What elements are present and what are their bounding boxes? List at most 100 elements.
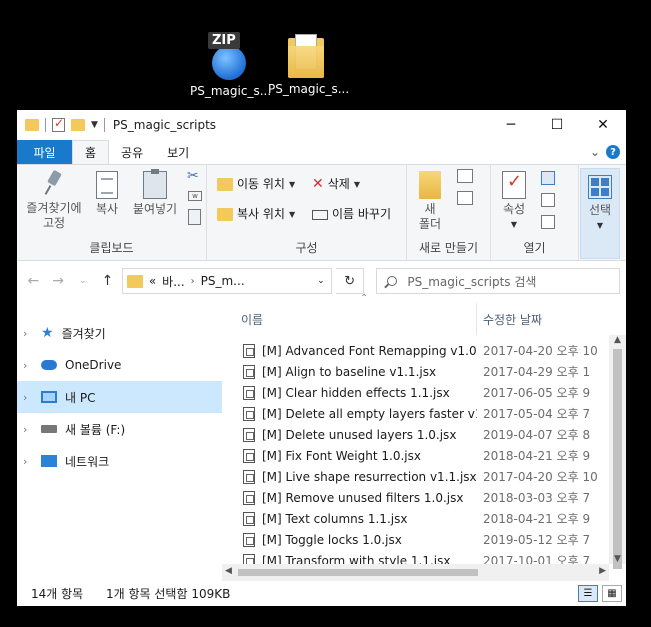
up-icon[interactable]: ↑ <box>97 273 118 289</box>
large-icons-view-icon[interactable]: ▦ <box>602 585 622 602</box>
nav-item-network[interactable]: › 네트워크 <box>17 445 222 477</box>
recent-locations-chevron-icon[interactable]: ⌄ <box>72 276 93 286</box>
select-button[interactable]: 선택 ▼ <box>580 168 620 259</box>
new-folder-icon[interactable] <box>71 118 85 131</box>
button-label: 복사 위치 <box>237 207 285 221</box>
button-label: 새 <box>424 202 436 216</box>
zip-badge: ZIP <box>208 32 240 49</box>
desktop-icon-label: PS_magic_s... <box>268 82 350 96</box>
refresh-button[interactable]: ↻ <box>336 268 365 294</box>
back-icon[interactable]: ← <box>23 273 44 289</box>
select-button-content: 선택 ▼ <box>581 175 619 233</box>
maximize-button[interactable]: ☐ <box>534 110 580 140</box>
list-item[interactable]: [M] Live shape resurrection v1.1.jsx 2017… <box>222 466 626 487</box>
address-bar[interactable]: « 바... › PS_m... ⌄ <box>121 268 333 294</box>
breadcrumb-item[interactable]: PS_m... <box>201 274 245 288</box>
ribbon-tabs: 파일 홈 공유 보기 ⌄ ? <box>17 140 626 164</box>
copy-path-icon[interactable]: w <box>188 191 202 201</box>
button-label: 이름 바꾸기 <box>332 207 392 221</box>
breadcrumb-item[interactable]: 바... <box>162 273 184 290</box>
file-date: 2019-05-12 오후 7 <box>483 533 591 547</box>
chevron-down-icon: ▼ <box>288 180 296 189</box>
list-item[interactable]: [M] Toggle locks 1.0.jsx 2019-05-12 오후 7 <box>222 529 626 550</box>
rename-button[interactable]: 이름 바꾸기 <box>312 207 391 222</box>
tab-view[interactable]: 보기 <box>155 140 201 164</box>
delete-icon: ✕ <box>312 176 324 192</box>
column-header-name[interactable]: 이름 <box>222 303 477 335</box>
paste-button[interactable]: 붙여넣기 <box>129 169 181 217</box>
chevron-right-icon[interactable]: › <box>23 327 33 340</box>
title-bar: ▼ PS_magic_scripts ─ ☐ ✕ <box>17 110 626 140</box>
tab-home[interactable]: 홈 <box>72 140 110 164</box>
scroll-up-icon[interactable]: ▲ <box>609 335 626 345</box>
scrollbar-thumb[interactable] <box>238 569 478 576</box>
chevron-down-icon[interactable]: ⌄ <box>317 276 331 286</box>
scroll-down-icon[interactable]: ▼ <box>609 554 626 564</box>
scroll-left-icon[interactable]: ◀ <box>225 566 232 576</box>
easy-access-icon[interactable] <box>457 191 473 205</box>
nav-item-label: 내 PC <box>65 390 96 405</box>
open-icon[interactable] <box>541 171 555 185</box>
nav-item-this-pc[interactable]: › 내 PC <box>17 381 222 413</box>
ribbon-expand-icon[interactable]: ⌄ <box>590 145 600 159</box>
list-item[interactable]: [M] Delete all empty layers faster v1.1.… <box>222 403 626 424</box>
sort-ascending-icon: ⌃ <box>360 293 369 304</box>
button-label: 삭제 <box>327 177 350 191</box>
history-icon[interactable] <box>541 215 555 229</box>
scroll-right-icon[interactable]: ▶ <box>599 566 606 576</box>
customize-chevron-icon[interactable]: ▼ <box>91 120 98 130</box>
vertical-scrollbar[interactable]: ▲ ▼ <box>609 335 626 569</box>
pin-to-quick-access-button[interactable]: 즐겨찾기에 고정 <box>21 171 87 231</box>
desktop-folder-icon[interactable]: PS_magic_s... <box>268 32 350 96</box>
list-item[interactable]: [M] Remove unused filters 1.0.jsx 2018-03… <box>222 487 626 508</box>
details-view-icon[interactable]: ☰ <box>578 585 598 602</box>
nav-item-quick-access[interactable]: › ★ 즐겨찾기 <box>17 317 222 349</box>
item-count: 14개 항목 <box>31 587 84 601</box>
folder-icon <box>25 118 39 131</box>
list-item[interactable]: [M] Fix Font Weight 1.0.jsx 2018-04-21 오후… <box>222 445 626 466</box>
delete-button[interactable]: ✕ 삭제 ▼ <box>312 177 360 192</box>
forward-icon[interactable]: → <box>48 273 69 289</box>
list-item[interactable]: [M] Align to baseline v1.1.jsx 2017-04-29… <box>222 361 626 382</box>
new-item-icon[interactable] <box>457 169 473 183</box>
new-folder-button[interactable]: 새 폴더 <box>415 171 445 232</box>
chevron-right-icon[interactable]: › <box>23 359 33 372</box>
search-input[interactable]: PS_magic_scripts 검색 <box>376 268 620 294</box>
horizontal-scrollbar[interactable]: ◀ ▶ <box>222 564 609 581</box>
cut-icon[interactable]: ✂ <box>187 169 199 184</box>
list-item[interactable]: [M] Text columns 1.1.jsx 2018-04-21 오후 9 <box>222 508 626 529</box>
desktop-zip-icon[interactable]: ZIP PS_magic_s... <box>190 32 271 98</box>
list-item[interactable]: [M] Clear hidden effects 1.1.jsx 2017-06-… <box>222 382 626 403</box>
chevron-right-icon[interactable]: › <box>23 391 33 404</box>
copy-button[interactable]: 복사 <box>89 171 125 217</box>
edit-icon[interactable] <box>541 193 555 207</box>
column-header-row: ⌃ 이름 수정한 날짜 <box>222 293 626 335</box>
nav-item-onedrive[interactable]: › OneDrive <box>17 349 222 381</box>
close-button[interactable]: ✕ <box>580 110 626 140</box>
navigation-pane: › ★ 즐겨찾기 › OneDrive › 내 PC › 새 볼륨 (F:) › <box>17 303 222 581</box>
list-item[interactable]: [M] Advanced Font Remapping v1.0.jsx 2017… <box>222 340 626 361</box>
file-name: [M] Align to baseline v1.1.jsx <box>262 364 437 379</box>
open-group: 속성 ▼ 열기 <box>491 165 579 260</box>
file-date: 2019-04-07 오후 8 <box>483 428 591 442</box>
tab-file[interactable]: 파일 <box>17 140 72 164</box>
properties-button[interactable]: 속성 ▼ <box>499 171 529 232</box>
select-icon <box>588 175 612 199</box>
paste-shortcut-icon[interactable] <box>188 209 201 225</box>
move-to-button[interactable]: 이동 위치 ▼ <box>217 177 295 192</box>
minimize-button[interactable]: ─ <box>488 110 534 140</box>
breadcrumb-overflow[interactable]: « <box>149 274 156 288</box>
chevron-right-icon[interactable]: › <box>191 276 195 287</box>
properties-icon[interactable] <box>52 116 65 132</box>
nav-item-volume-f[interactable]: › 새 볼륨 (F:) <box>17 413 222 445</box>
search-placeholder: PS_magic_scripts 검색 <box>407 274 537 289</box>
star-icon: ★ <box>41 325 54 341</box>
chevron-right-icon[interactable]: › <box>23 455 33 468</box>
tab-share[interactable]: 공유 <box>109 140 155 164</box>
list-item[interactable]: [M] Delete unused layers 1.0.jsx 2019-04-… <box>222 424 626 445</box>
help-icon[interactable]: ? <box>606 145 620 159</box>
column-header-date-modified[interactable]: 수정한 날짜 <box>477 311 542 328</box>
scrollbar-thumb[interactable] <box>613 349 622 569</box>
copy-to-button[interactable]: 복사 위치 ▼ <box>217 207 295 222</box>
chevron-right-icon[interactable]: › <box>23 423 33 436</box>
